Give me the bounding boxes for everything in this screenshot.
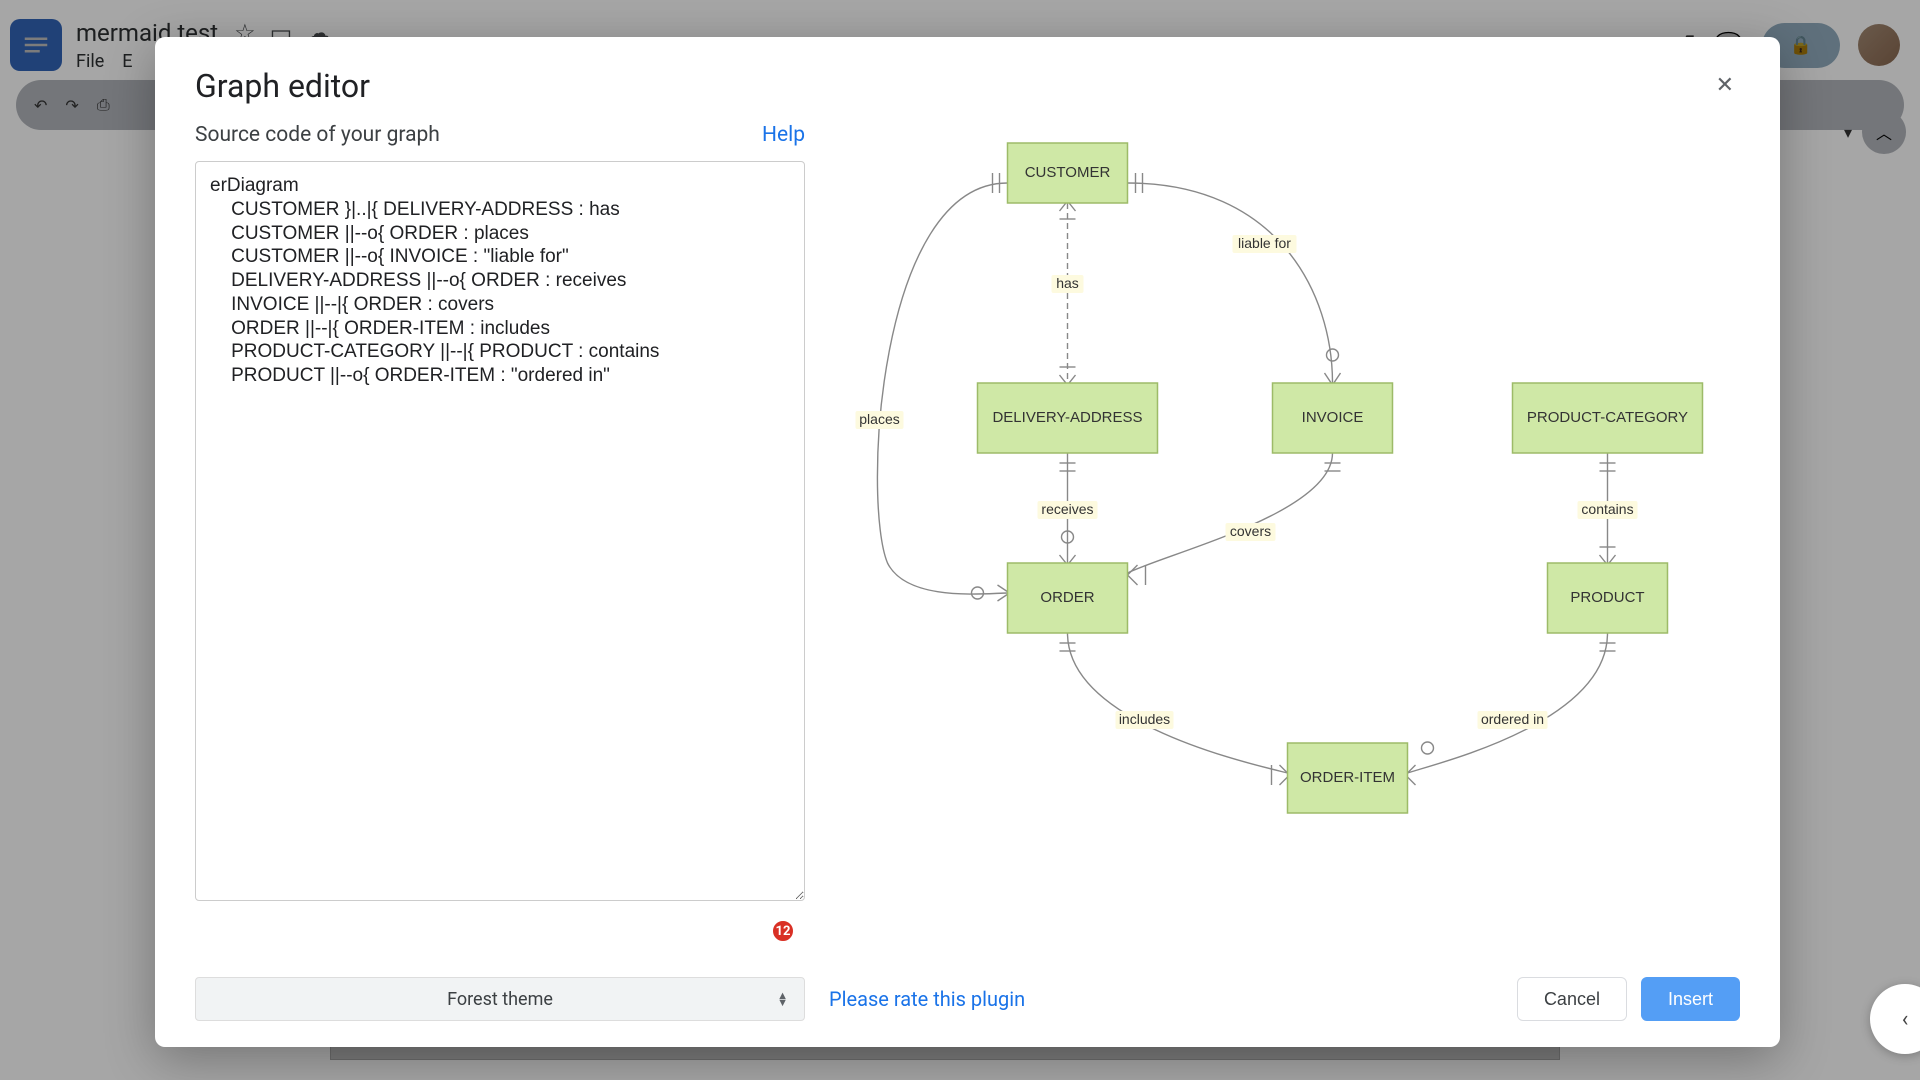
help-link[interactable]: Help bbox=[762, 123, 805, 147]
rel-label-ordered-in: ordered in bbox=[1481, 711, 1544, 727]
svg-text:ORDER: ORDER bbox=[1040, 589, 1094, 606]
dialog-title: Graph editor bbox=[195, 67, 370, 105]
insert-button[interactable]: Insert bbox=[1641, 977, 1740, 1021]
er-diagram: has places liable for receives covers in… bbox=[835, 123, 1740, 863]
rel-label-places: places bbox=[859, 411, 899, 427]
source-code-label: Source code of your graph bbox=[195, 123, 440, 147]
entity-product-category: PRODUCT-CATEGORY bbox=[1513, 383, 1703, 453]
svg-text:CUSTOMER: CUSTOMER bbox=[1025, 164, 1111, 181]
rel-label-liable-for: liable for bbox=[1238, 235, 1291, 251]
entity-product: PRODUCT bbox=[1548, 563, 1668, 633]
entity-order-item: ORDER-ITEM bbox=[1288, 743, 1408, 813]
entity-order: ORDER bbox=[1008, 563, 1128, 633]
rel-label-contains: contains bbox=[1581, 501, 1633, 517]
theme-select[interactable]: Forest theme ▲▼ bbox=[195, 977, 805, 1021]
entity-invoice: INVOICE bbox=[1273, 383, 1393, 453]
close-icon: ✕ bbox=[1716, 73, 1734, 98]
chevron-left-icon: ‹ bbox=[1902, 1007, 1909, 1032]
svg-text:INVOICE: INVOICE bbox=[1302, 409, 1364, 426]
source-code-textarea[interactable] bbox=[195, 161, 805, 901]
svg-text:ORDER-ITEM: ORDER-ITEM bbox=[1300, 769, 1395, 786]
close-button[interactable]: ✕ bbox=[1710, 67, 1740, 104]
rel-label-covers: covers bbox=[1230, 523, 1271, 539]
theme-select-label: Forest theme bbox=[447, 989, 553, 1010]
svg-text:DELIVERY-ADDRESS: DELIVERY-ADDRESS bbox=[992, 409, 1142, 426]
svg-text:PRODUCT: PRODUCT bbox=[1570, 589, 1644, 606]
rel-label-includes: includes bbox=[1119, 711, 1170, 727]
rel-label-receives: receives bbox=[1041, 501, 1093, 517]
select-caret-icon: ▲▼ bbox=[777, 992, 788, 1006]
entity-customer: CUSTOMER bbox=[1008, 143, 1128, 203]
cancel-button[interactable]: Cancel bbox=[1517, 977, 1627, 1021]
entity-delivery-address: DELIVERY-ADDRESS bbox=[978, 383, 1158, 453]
grammarly-badge[interactable]: 12 bbox=[771, 919, 795, 943]
graph-editor-dialog: Graph editor ✕ Source code of your graph… bbox=[155, 37, 1780, 1047]
rate-plugin-link[interactable]: Please rate this plugin bbox=[829, 987, 1025, 1011]
diagram-preview: has places liable for receives covers in… bbox=[835, 123, 1740, 953]
rel-label-has: has bbox=[1056, 275, 1079, 291]
svg-text:PRODUCT-CATEGORY: PRODUCT-CATEGORY bbox=[1527, 409, 1688, 426]
